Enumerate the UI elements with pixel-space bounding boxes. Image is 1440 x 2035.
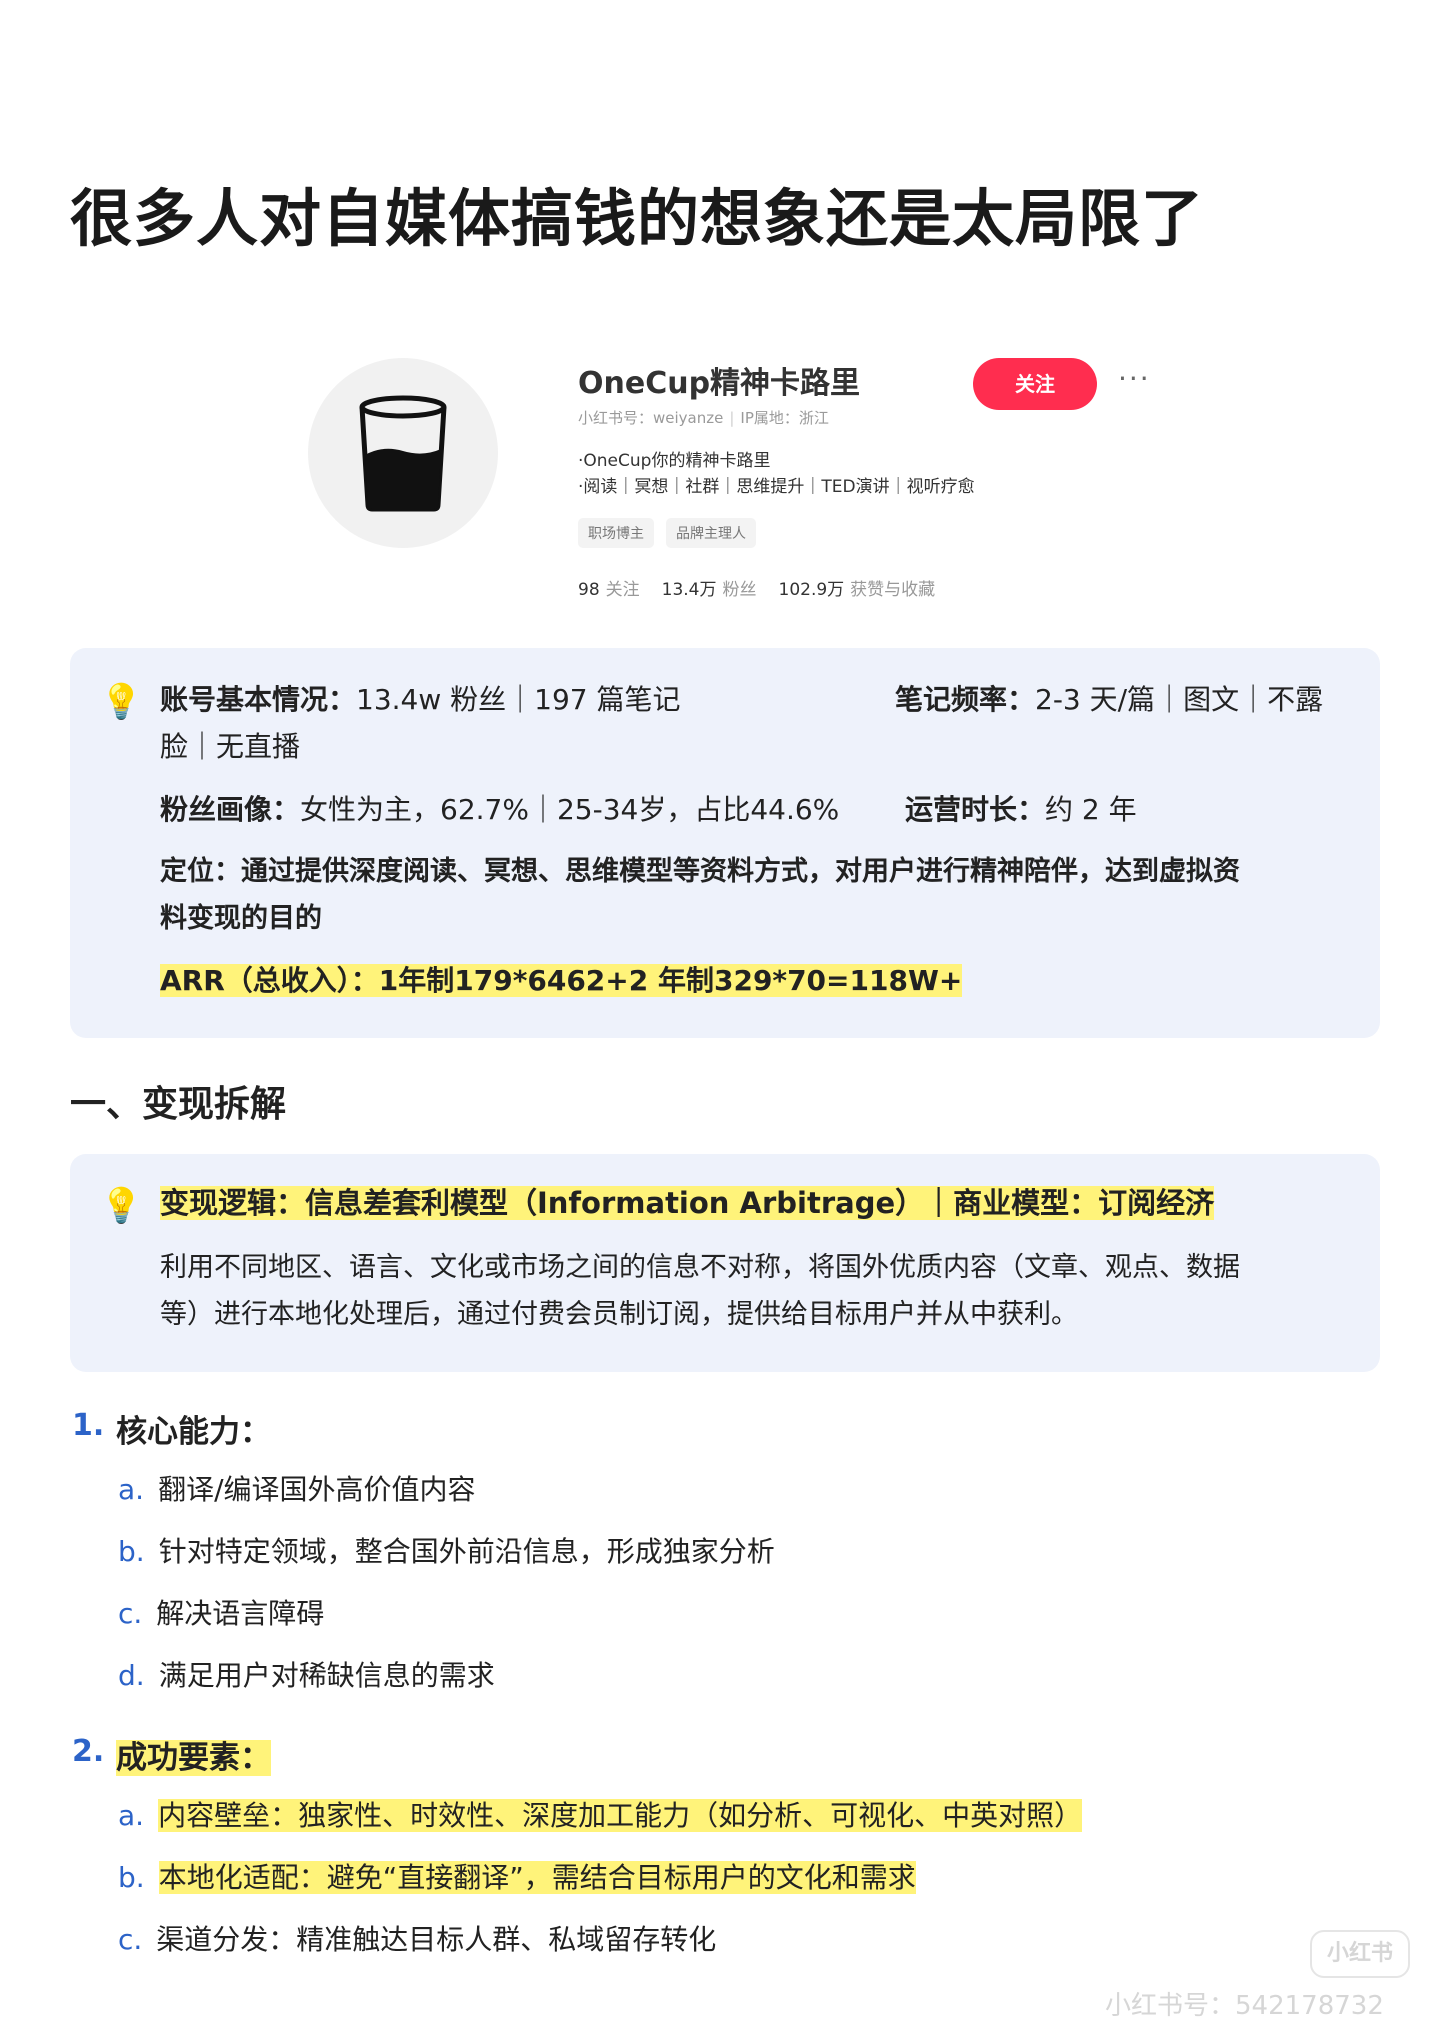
profile-tag: 职场博主 xyxy=(578,518,654,548)
profile-meta: 小红书号：weiyanze | IP属地：浙江 xyxy=(578,409,829,427)
list-number: 1. xyxy=(72,1408,105,1443)
list-item: a. 翻译/编译国外高价值内容 xyxy=(118,1473,476,1506)
page-title: 很多人对自媒体搞钱的想象还是太局限了 xyxy=(70,182,1205,255)
list-item: a. 内容壁垒：独家性、时效性、深度加工能力（如分析、可视化、中英对照） xyxy=(118,1799,1083,1832)
account-info-box: 💡 账号基本情况：13.4w 粉丝｜197 篇笔记 笔记频率：2-3 天/篇｜图… xyxy=(70,648,1380,1038)
info-row-positioning-cont: 料变现的目的 xyxy=(160,903,322,934)
monetization-logic-box: 💡 变现逻辑：信息差套利模型（Information Arbitrage）｜商业… xyxy=(70,1154,1380,1372)
info-row-duration: 运营时长：约 2 年 xyxy=(905,793,1137,826)
list-item: d. 满足用户对稀缺信息的需求 xyxy=(118,1659,495,1692)
stat-following[interactable]: 98 关注 xyxy=(578,575,640,600)
section-heading: 一、变现拆解 xyxy=(70,1084,287,1125)
lightbulb-icon: 💡 xyxy=(100,1186,143,1226)
profile-ip: IP属地：浙江 xyxy=(740,409,829,427)
list-title: 成功要素： xyxy=(116,1740,271,1776)
bio-line: ·阅读｜冥想｜社群｜思维提升｜TED演讲｜视听疗愈 xyxy=(578,477,975,497)
logic-desc-line: 等）进行本地化处理后，通过付费会员制订阅，提供给目标用户并从中获利。 xyxy=(160,1299,1078,1330)
info-row-audience: 粉丝画像：女性为主，62.7%｜25-34岁，占比44.6% xyxy=(160,793,840,826)
info-row-positioning: 定位：通过提供深度阅读、冥想、思维模型等资料方式，对用户进行精神陪伴，达到虚拟资 xyxy=(160,856,1240,887)
watermark-logo: 小红书 xyxy=(1310,1930,1410,1978)
logic-desc-line: 利用不同地区、语言、文化或市场之间的信息不对称，将国外优质内容（文章、观点、数据 xyxy=(160,1252,1240,1283)
list-item: c. 渠道分发：精准触达目标人群、私域留存转化 xyxy=(118,1923,717,1956)
follow-button[interactable]: 关注 xyxy=(973,358,1097,410)
profile-stats: 98 关注 13.4万 粉丝 102.9万 获赞与收藏 xyxy=(578,575,935,600)
info-row-frequency: 笔记频率：2-3 天/篇｜图文｜不露 xyxy=(895,683,1324,716)
lightbulb-icon: 💡 xyxy=(100,682,143,722)
info-row-basics: 账号基本情况：13.4w 粉丝｜197 篇笔记 xyxy=(160,683,681,716)
info-row-arr: ARR（总收入）：1年制179*6462+2 年制329*70=118W+ xyxy=(160,964,963,997)
more-options-icon[interactable]: ··· xyxy=(1118,362,1151,395)
list-title: 核心能力： xyxy=(116,1414,271,1450)
stat-followers[interactable]: 13.4万 粉丝 xyxy=(662,575,757,600)
cup-icon xyxy=(359,395,447,512)
avatar[interactable] xyxy=(308,358,498,548)
list-number: 2. xyxy=(72,1734,105,1769)
profile-id: 小红书号：weiyanze xyxy=(578,409,724,427)
profile-bio: ·OneCup你的精神卡路里 ·阅读｜冥想｜社群｜思维提升｜TED演讲｜视听疗愈 xyxy=(578,448,975,500)
list-item: b. 本地化适配：避免“直接翻译”，需结合目标用户的文化和需求 xyxy=(118,1861,916,1894)
logic-heading: 变现逻辑：信息差套利模型（Information Arbitrage）｜商业模型… xyxy=(160,1186,1215,1220)
profile-tag: 品牌主理人 xyxy=(666,518,756,548)
profile-name: OneCup精神卡路里 xyxy=(578,366,861,401)
watermark-text: 小红书号：542178732 xyxy=(1105,1991,1384,2021)
list-item: b. 针对特定领域，整合国外前沿信息，形成独家分析 xyxy=(118,1535,775,1568)
profile-tags: 职场博主 品牌主理人 xyxy=(578,518,756,548)
bio-line: ·OneCup你的精神卡路里 xyxy=(578,451,771,471)
info-row-frequency-cont: 脸｜无直播 xyxy=(160,730,301,763)
list-item: c. 解决语言障碍 xyxy=(118,1597,325,1630)
stat-likes[interactable]: 102.9万 获赞与收藏 xyxy=(779,575,936,600)
